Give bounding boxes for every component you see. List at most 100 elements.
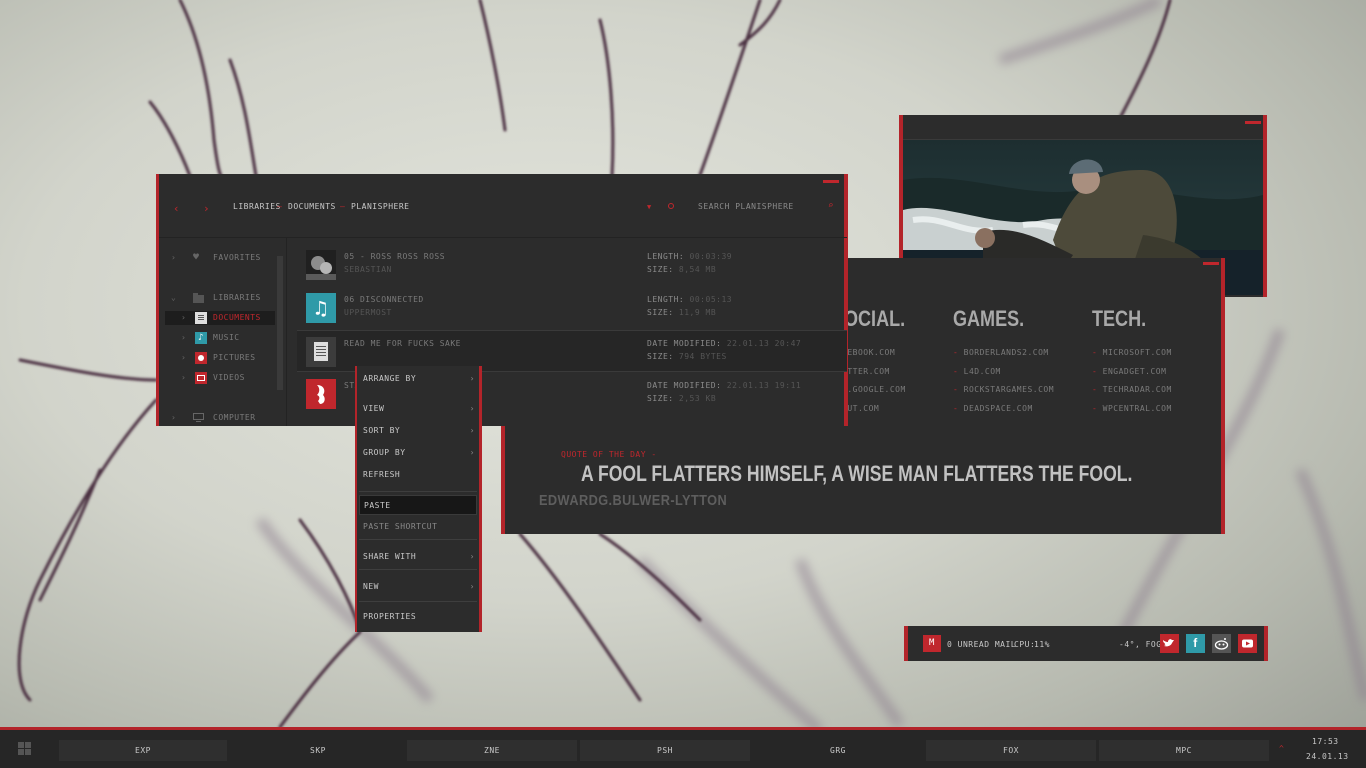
videos-icon [195,372,207,384]
menu-item-refresh[interactable]: REFRESH [359,465,477,485]
link-text: CEBOOK.COM [842,348,896,357]
link-dash: - [1092,385,1103,394]
meta-value: 794 BYTES [678,352,727,361]
menu-item-label: SORT BY [363,426,401,435]
twitter-icon[interactable] [1160,634,1179,653]
expand-chevron-icon[interactable]: › [181,351,186,365]
link-social-1[interactable]: CEBOOK.COM [842,348,895,357]
reddit-icon[interactable] [1212,634,1231,653]
social-heading: OCIAL. [844,306,906,331]
sidebar-item-computer[interactable]: › COMPUTER [167,411,275,425]
link-dash: - [953,348,964,357]
history-dropdown-icon[interactable]: ▼ [647,203,652,211]
link-text: WPCENTRAL.COM [1102,404,1172,413]
link-dash: - [953,404,964,413]
expand-chevron-icon[interactable]: › [181,331,186,345]
link-social-2[interactable]: ITTER.COM [842,367,890,376]
music-icon: ♪ [195,332,207,344]
meta-value: 22.01.13 20:47 [726,339,802,348]
task-zne[interactable]: ZNE [407,740,577,761]
refresh-icon[interactable] [668,203,674,209]
menu-item-share-with[interactable]: SHARE WITH › [359,547,477,567]
start-tile [25,749,31,755]
facebook-icon[interactable]: f [1186,634,1205,653]
meta-value: 00:05:13 [689,295,733,304]
sidebar-item-label: DOCUMENTS [213,313,261,322]
minimize-button[interactable] [1203,262,1219,265]
breadcrumb-libraries[interactable]: LIBRARIES [233,202,281,211]
expand-chevron-icon[interactable]: › [181,311,186,325]
back-button[interactable]: ‹ [173,202,180,215]
minimize-button[interactable] [1245,121,1261,124]
sidebar-item-favorites[interactable]: › ♥ FAVORITES [167,251,275,265]
meta-value: 2,53 KB [678,394,717,403]
expand-chevron-icon[interactable]: › [181,371,186,385]
submenu-arrow-icon: › [469,552,475,561]
menu-item-new[interactable]: NEW › [359,577,477,597]
file-meta: SIZE: 2,53 KB [647,394,716,403]
search-icon[interactable]: ⌕ [828,201,834,211]
gmail-icon[interactable]: M [923,635,941,652]
sidebar-item-libraries[interactable]: ⌄ LIBRARIES [167,291,275,305]
link-games-1[interactable]: - BORDERLANDS2.COM [953,348,1049,357]
cpu-label: CPU: [1014,640,1036,649]
link-tech-2[interactable]: - ENGADGET.COM [1092,367,1166,376]
sidebar-item-pictures[interactable]: › PICTURES [167,351,275,365]
menu-divider [359,491,477,492]
link-games-2[interactable]: - L4D.COM [953,367,1001,376]
quote-text: A FOOL FLATTERS HIMSELF, A WISE MAN FLAT… [581,461,1133,486]
menu-item-view[interactable]: VIEW › [359,399,477,419]
meta-key: SIZE: [647,265,674,274]
file-row[interactable]: 05 - ROSS ROSS ROSS SEBASTIAN LENGTH: 00… [297,244,847,286]
task-psh[interactable]: PSH [580,740,750,761]
menu-divider [359,569,477,570]
link-social-3[interactable]: S.GOOGLE.COM [842,385,906,394]
link-tech-1[interactable]: - MICROSOFT.COM [1092,348,1172,357]
file-row[interactable]: ♫ 06 DISCONNECTED UPPERMOST LENGTH: 00:0… [297,287,847,329]
task-grg[interactable]: GRG [753,740,923,761]
menu-item-sort-by[interactable]: SORT BY › [359,421,477,441]
menu-item-arrange-by[interactable]: ARRANGE BY › [359,369,477,389]
task-fox[interactable]: FOX [926,740,1096,761]
task-exp[interactable]: EXP [59,740,227,761]
start-button[interactable] [18,742,32,756]
unread-mail-count[interactable]: 0 UNREAD MAIL [947,640,1016,649]
task-mpc[interactable]: MPC [1099,740,1269,761]
expand-chevron-icon[interactable]: › [171,411,176,425]
menu-item-properties[interactable]: PROPERTIES [359,607,477,627]
link-text: ENGADGET.COM [1102,367,1167,376]
search-input[interactable]: SEARCH PLANISPHERE [698,202,794,211]
link-tech-4[interactable]: - WPCENTRAL.COM [1092,404,1172,413]
link-dash: - [1092,404,1103,413]
file-meta: SIZE: 8,54 MB [647,265,716,274]
sidebar-item-music[interactable]: › ♪ MUSIC [167,331,275,345]
menu-item-group-by[interactable]: GROUP BY › [359,443,477,463]
sidebar-item-videos[interactable]: › VIDEOS [167,371,275,385]
link-games-3[interactable]: - ROCKSTARGAMES.COM [953,385,1054,394]
meta-value: 00:03:39 [689,252,733,261]
tray-overflow-icon[interactable]: ^ [1279,744,1284,753]
sidebar-scrollbar[interactable] [277,256,283,390]
collapse-chevron-icon[interactable]: ⌄ [171,291,176,305]
menu-item-label: PASTE [364,501,391,510]
menu-item-paste-shortcut[interactable]: PASTE SHORTCUT [359,517,477,537]
link-tech-3[interactable]: - TECHRADAR.COM [1092,385,1172,394]
expand-chevron-icon[interactable]: › [171,251,176,265]
breadcrumb-planisphere[interactable]: PLANISPHERE [351,202,409,211]
submenu-arrow-icon: › [469,582,475,591]
sidebar-item-documents[interactable]: › DOCUMENTS [165,311,275,325]
text-document-icon [306,337,336,367]
start-tile [25,742,31,748]
weather-text: -4°, FOG [1119,640,1162,649]
task-skp[interactable]: SKP [231,740,405,761]
clock-time[interactable]: 17:53 [1312,737,1339,746]
breadcrumb-documents[interactable]: DOCUMENTS [288,202,336,211]
forward-button[interactable]: › [203,202,210,215]
app-file-icon [306,379,336,409]
menu-item-label: NEW [363,582,379,591]
youtube-icon[interactable] [1238,634,1257,653]
pictures-icon [195,352,207,364]
menu-item-paste[interactable]: PASTE [359,495,477,515]
link-games-4[interactable]: - DEADSPACE.COM [953,404,1033,413]
clock-date[interactable]: 24.01.13 [1306,752,1349,761]
